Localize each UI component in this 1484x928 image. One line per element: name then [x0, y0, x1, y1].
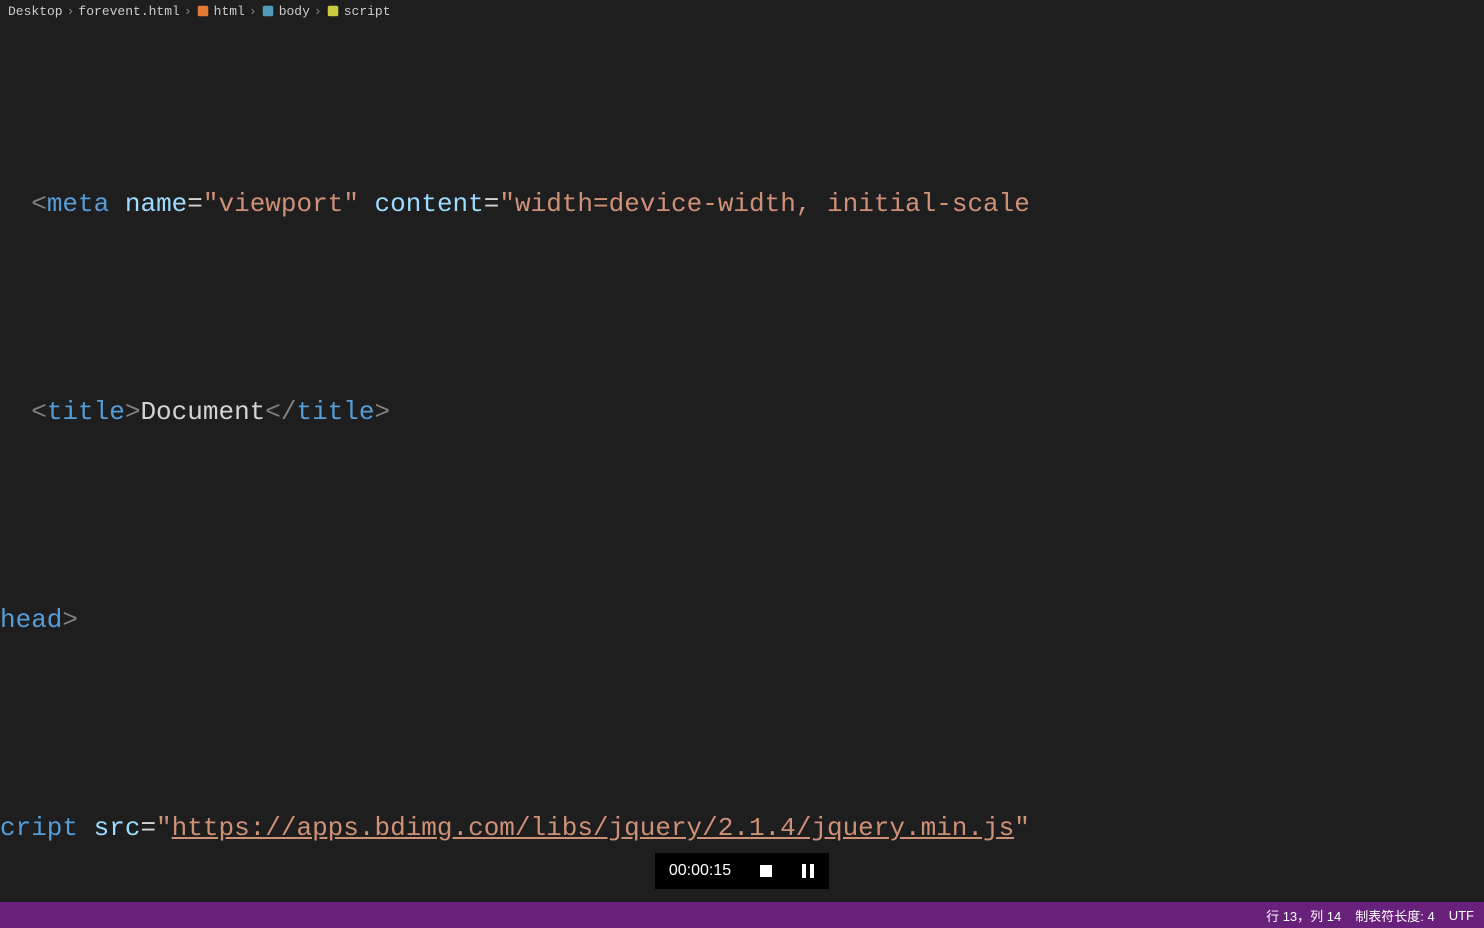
code-line[interactable]: <meta name="viewport" content="width=dev…	[0, 178, 1484, 230]
status-bar: 行 13，列 14 制表符长度: 4 UTF	[0, 902, 1484, 928]
script-icon	[326, 4, 340, 18]
pause-button[interactable]	[787, 853, 829, 889]
breadcrumb-separator: ›	[249, 4, 257, 19]
breadcrumb-item[interactable]: script	[326, 4, 391, 19]
breadcrumb-separator: ›	[314, 4, 322, 19]
stop-button[interactable]	[745, 853, 787, 889]
status-line-col[interactable]: 行 13，列 14	[1266, 906, 1341, 925]
code-line[interactable]: head>	[0, 594, 1484, 646]
breadcrumb-item[interactable]: html	[196, 4, 245, 19]
video-time: 00:00:15	[655, 853, 745, 889]
breadcrumb-item[interactable]: Desktop	[8, 4, 63, 19]
html-icon	[196, 4, 210, 18]
status-tab-size[interactable]: 制表符长度: 4	[1355, 906, 1434, 925]
code-line[interactable]: <title>Document</title>	[0, 386, 1484, 438]
breadcrumb-separator: ›	[184, 4, 192, 19]
breadcrumb-item[interactable]: forevent.html	[78, 4, 179, 19]
code-editor[interactable]: <meta name="viewport" content="width=dev…	[0, 22, 1484, 864]
status-encoding[interactable]: UTF	[1449, 908, 1474, 923]
pause-icon	[800, 863, 816, 879]
breadcrumb-separator: ›	[67, 4, 75, 19]
tag-icon	[261, 4, 275, 18]
code-line[interactable]: cript src="https://apps.bdimg.com/libs/j…	[0, 802, 1484, 854]
stop-icon	[758, 863, 774, 879]
breadcrumb-item[interactable]: body	[261, 4, 310, 19]
app-root: Desktop › forevent.html › html › body › …	[0, 0, 1484, 928]
breadcrumb: Desktop › forevent.html › html › body › …	[0, 0, 1484, 22]
